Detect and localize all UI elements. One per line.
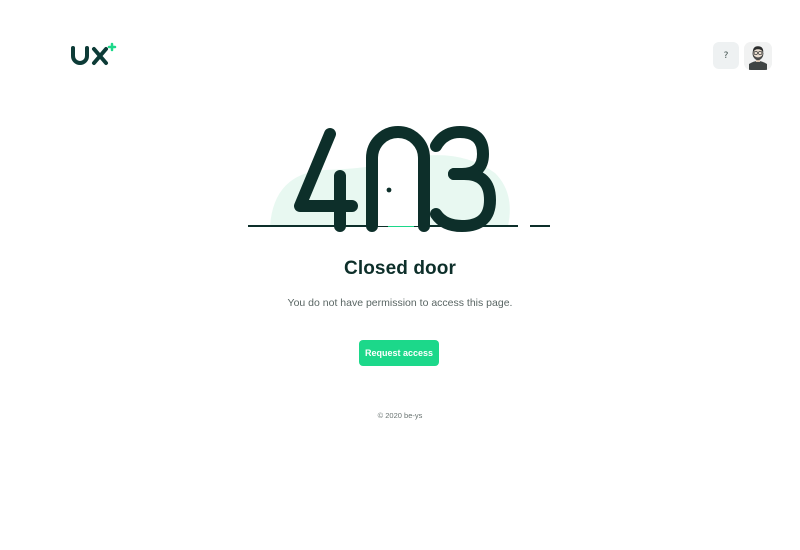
error-title: Closed door bbox=[344, 258, 456, 279]
avatar-illustration-icon bbox=[744, 42, 772, 70]
user-avatar[interactable] bbox=[744, 42, 772, 70]
help-icon: ? bbox=[723, 50, 729, 61]
error-message: You do not have permission to access thi… bbox=[287, 297, 513, 309]
help-button[interactable]: ? bbox=[713, 42, 739, 69]
ux-logo[interactable] bbox=[70, 42, 120, 68]
request-access-label: Request access bbox=[364, 348, 434, 358]
error-403-illustration bbox=[248, 126, 550, 232]
footer-copyright: © 2020 be-ys bbox=[377, 411, 423, 420]
request-access-button[interactable]: Request access bbox=[359, 340, 439, 366]
